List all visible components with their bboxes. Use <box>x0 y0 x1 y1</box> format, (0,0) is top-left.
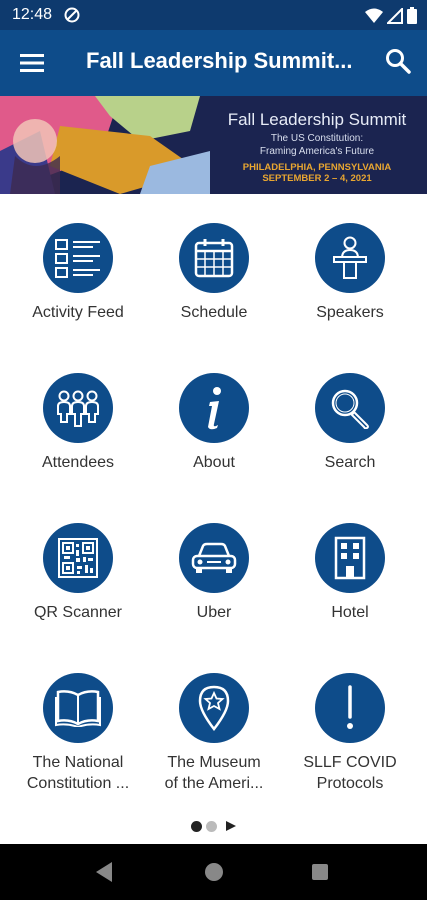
hamburger-menu-icon <box>20 54 44 72</box>
banner-location-dates: PHILADELPHIA, PENNSYLVANIA SEPTEMBER 2 –… <box>212 162 422 184</box>
next-page-arrow-icon[interactable] <box>225 820 237 832</box>
tile-label-line2: Constitution ... <box>26 775 130 792</box>
tile-museum-american-revolution[interactable]: The Museum of the Ameri... <box>144 668 284 798</box>
home-button[interactable] <box>200 858 228 886</box>
list-icon <box>55 239 100 278</box>
page-dot-active[interactable] <box>190 820 202 832</box>
tile-qr-scanner[interactable]: QR Scanner <box>8 518 148 648</box>
tile-icon-circle <box>43 223 113 293</box>
info-icon <box>208 387 221 430</box>
tile-label-line1: The National <box>32 754 124 771</box>
tile-icon-circle <box>179 523 249 593</box>
cellular-signal-icon <box>387 7 403 24</box>
tile-label: Search <box>324 454 376 471</box>
tile-activity-feed[interactable]: Activity Feed <box>8 218 148 348</box>
tile-label: Hotel <box>331 604 369 621</box>
tile-label: Activity Feed <box>32 304 124 321</box>
tile-icon-circle <box>43 673 113 743</box>
do-not-disturb-icon <box>64 7 80 23</box>
recents-button[interactable] <box>306 858 334 886</box>
status-time: 12:48 <box>12 6 53 23</box>
tile-label-line2: of the Ameri... <box>164 775 264 792</box>
tile-label-line1: SLLF COVID <box>303 754 397 771</box>
page-dot[interactable] <box>205 820 217 832</box>
menu-button[interactable] <box>14 48 50 78</box>
banner-title: Fall Leadership Summit <box>227 110 407 129</box>
tile-label: QR Scanner <box>33 604 123 621</box>
tile-icon-circle <box>315 523 385 593</box>
tile-sllf-covid-protocols[interactable]: SLLF COVID Protocols <box>280 668 420 798</box>
tile-icon-circle <box>43 373 113 443</box>
search-icon <box>386 49 411 74</box>
tile-icon-circle <box>315 673 385 743</box>
tile-label: The National Constitution ... <box>8 752 148 794</box>
tile-label: Uber <box>196 604 232 621</box>
tile-schedule[interactable]: Schedule <box>144 218 284 348</box>
magnifier-icon <box>331 389 369 429</box>
tile-uber[interactable]: Uber <box>144 518 284 648</box>
calendar-icon <box>194 239 234 278</box>
page-title: Fall Leadership Summit... <box>86 48 353 73</box>
tile-national-constitution-center[interactable]: The National Constitution ... <box>8 668 148 798</box>
banner-subtitle-line2: Framing America's Future <box>259 146 375 157</box>
back-button[interactable] <box>92 858 120 886</box>
tile-search[interactable]: Search <box>280 368 420 498</box>
app-bar: Fall Leadership Summit... <box>0 30 427 96</box>
tile-icon-circle <box>315 223 385 293</box>
event-banner: Fall Leadership Summit The US Constituti… <box>0 96 427 194</box>
tile-speakers[interactable]: Speakers <box>280 218 420 348</box>
qr-code-icon <box>58 538 98 578</box>
tile-label: Speakers <box>316 304 384 321</box>
building-icon <box>334 536 366 580</box>
tile-label: Schedule <box>180 304 248 321</box>
book-icon <box>55 690 101 727</box>
tile-label-line2: Protocols <box>316 775 384 792</box>
tile-label-line1: The Museum <box>167 754 261 771</box>
tile-hotel[interactable]: Hotel <box>280 518 420 648</box>
battery-icon <box>407 7 417 24</box>
back-triangle-icon <box>96 862 112 882</box>
tile-icon-circle <box>315 373 385 443</box>
status-bar: 12:48 <box>0 0 427 30</box>
people-icon <box>57 390 99 427</box>
page-indicator <box>0 818 427 834</box>
tile-icon-circle <box>179 223 249 293</box>
status-icons <box>365 7 417 24</box>
tile-label: SLLF COVID Protocols <box>280 752 420 794</box>
recents-square-icon <box>312 864 328 880</box>
system-navigation-bar <box>0 844 427 900</box>
banner-dates: SEPTEMBER 2 – 4, 2021 <box>262 173 372 184</box>
banner-subtitle: The US Constitution: Framing America's F… <box>212 132 422 158</box>
tile-label: Attendees <box>41 454 115 471</box>
map-pin-star-icon <box>198 685 230 731</box>
speaker-podium-icon <box>333 236 367 279</box>
tile-about[interactable]: About <box>144 368 284 498</box>
tile-attendees[interactable]: Attendees <box>8 368 148 498</box>
tile-label: About <box>193 454 235 471</box>
tile-icon-circle <box>43 523 113 593</box>
wifi-icon <box>365 8 383 23</box>
tile-label: The Museum of the Ameri... <box>144 752 284 794</box>
banner-artwork <box>0 96 210 194</box>
search-button[interactable] <box>385 48 415 78</box>
tile-icon-circle <box>179 673 249 743</box>
banner-location: PHILADELPHIA, PENNSYLVANIA <box>242 162 392 173</box>
banner-subtitle-line1: The US Constitution: <box>270 133 364 144</box>
tile-icon-circle <box>179 373 249 443</box>
car-icon <box>191 542 237 573</box>
exclamation-icon <box>347 685 353 729</box>
home-circle-icon <box>205 863 223 881</box>
